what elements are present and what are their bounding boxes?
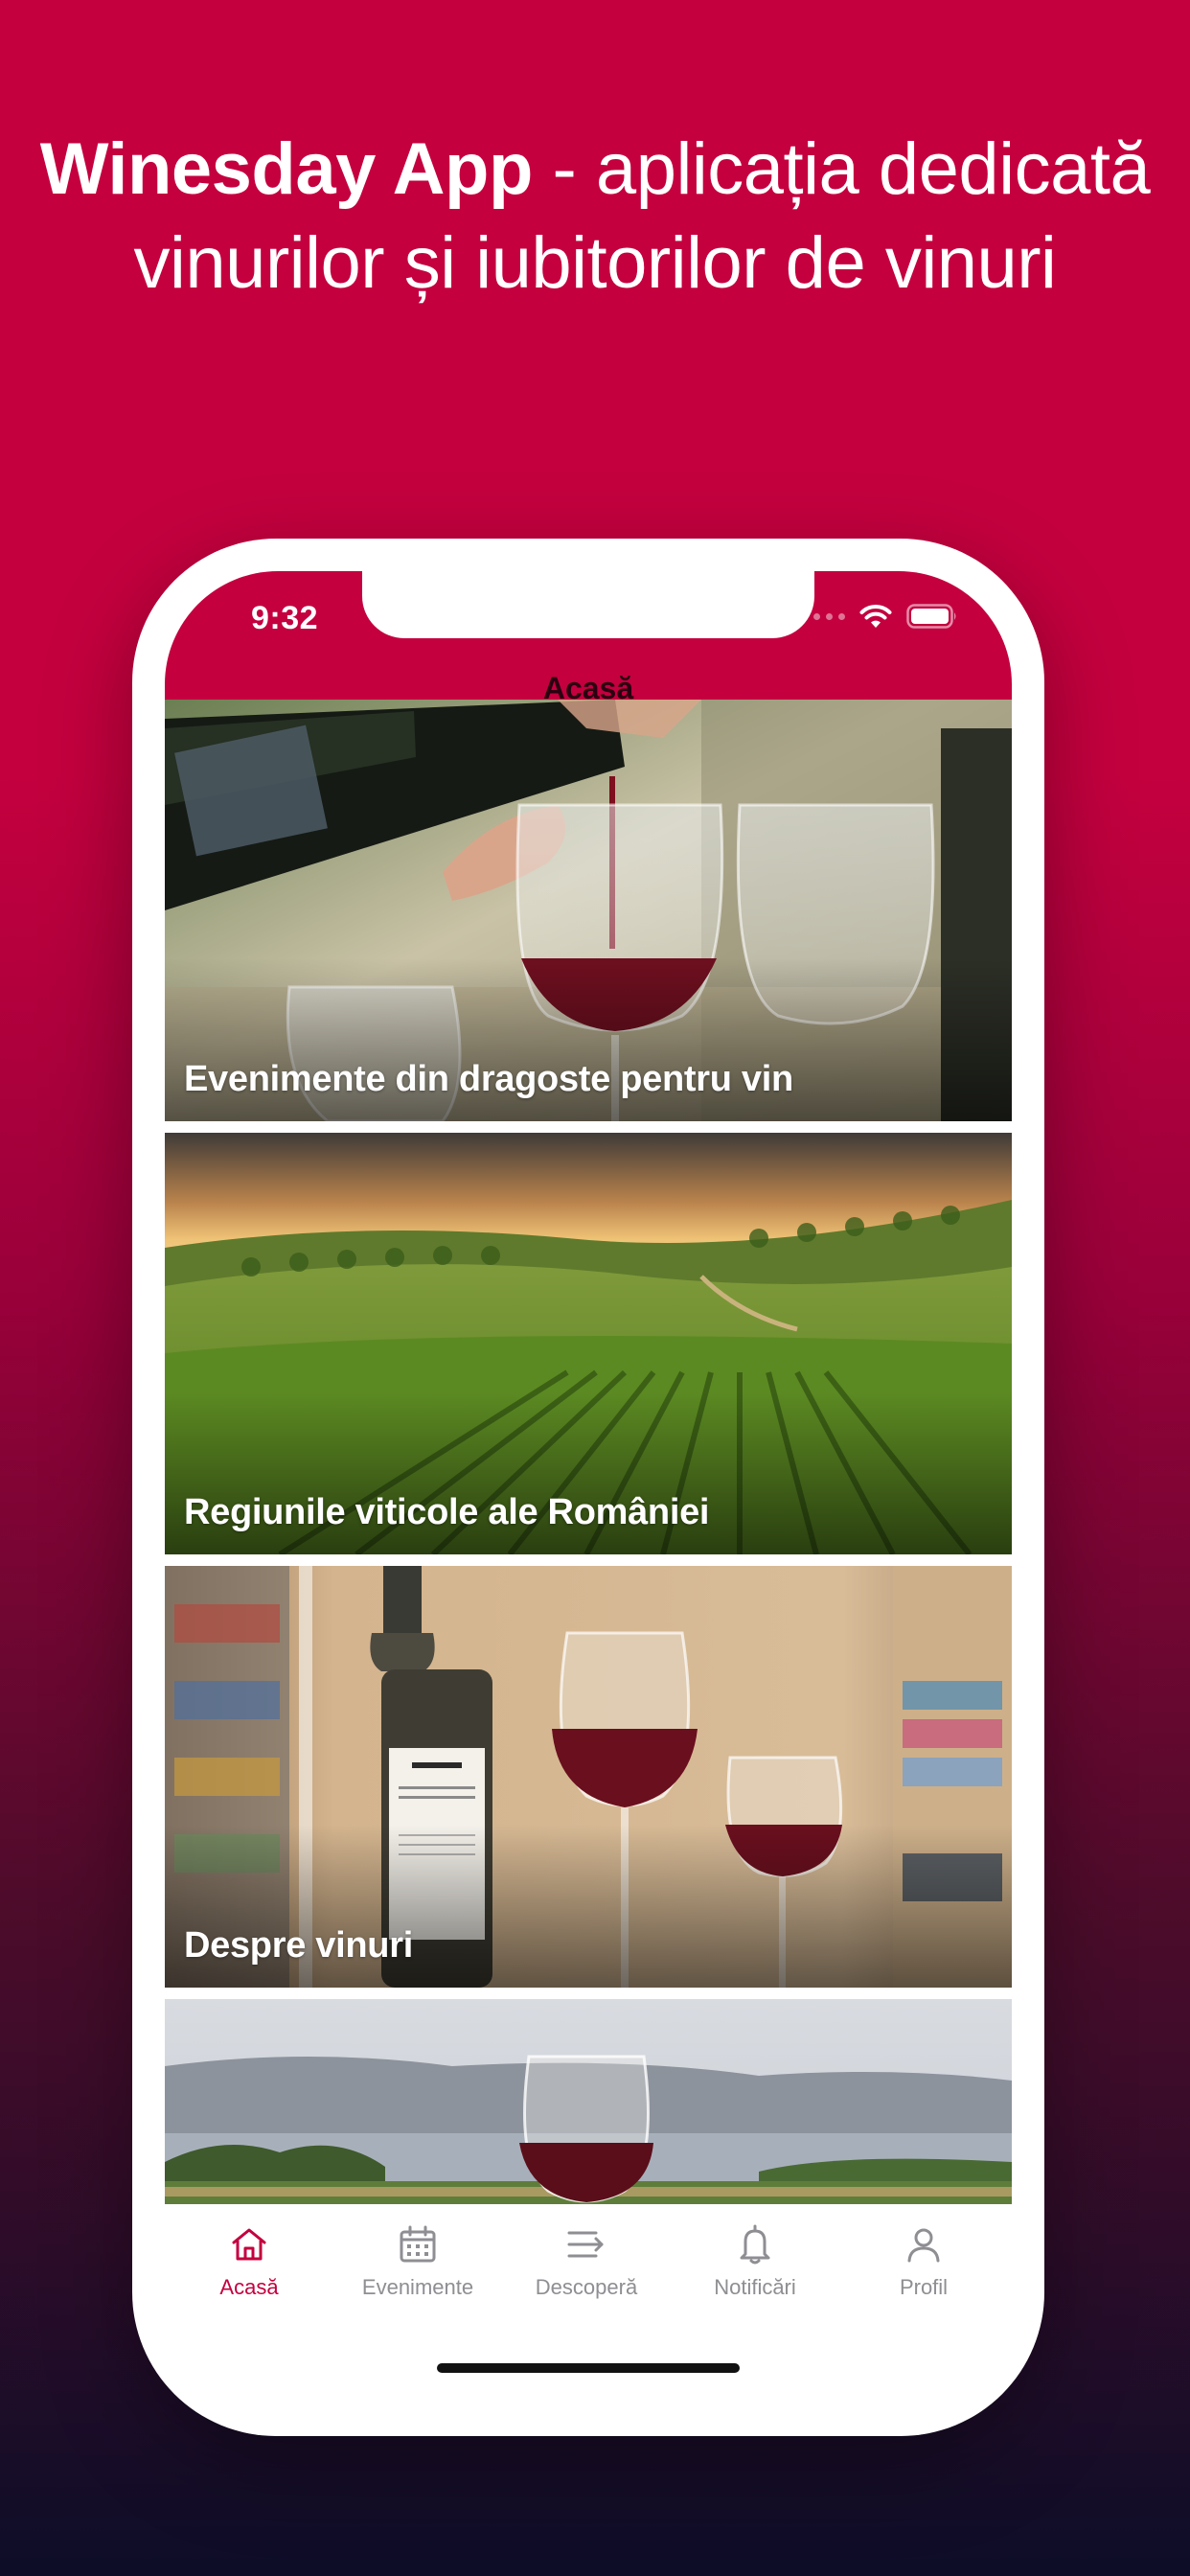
home-icon xyxy=(232,2228,266,2261)
app-name: Winesday App xyxy=(39,128,534,210)
tab-label: Profil xyxy=(899,2275,949,2299)
phone-screen: 9:32 Acasă Evenimente din dragoste pentr… xyxy=(165,571,1012,2404)
feed-card-4[interactable] xyxy=(165,1999,1012,2204)
feed-card-about-wines[interactable]: Despre vinuri xyxy=(165,1566,1012,1988)
list-arrow-icon xyxy=(567,2231,604,2258)
card-title: Despre vinuri xyxy=(184,1925,413,1966)
battery-icon xyxy=(906,604,956,629)
wifi-icon xyxy=(859,605,892,628)
tab-label: Acasă xyxy=(219,2275,279,2299)
feed-card-events[interactable]: Evenimente din dragoste pentru vin xyxy=(165,700,1012,1121)
promo-headline: Winesday App - aplicația dedicată vinuri… xyxy=(0,123,1190,310)
tab-events[interactable]: Evenimente xyxy=(333,2221,502,2300)
tab-label: Notificări xyxy=(714,2275,796,2299)
card-title: Evenimente din dragoste pentru vin xyxy=(184,1059,793,1099)
tab-label: Evenimente xyxy=(361,2275,474,2299)
status-icons xyxy=(801,602,958,631)
tab-label: Descoperă xyxy=(535,2275,638,2299)
wine-glass-lake-photo xyxy=(165,1999,1012,2204)
signal-icon xyxy=(801,612,845,620)
status-time: 9:32 xyxy=(251,600,319,636)
navigation-bar: 9:32 Acasă xyxy=(165,571,1012,705)
home-indicator[interactable] xyxy=(437,2363,740,2373)
tab-bar: Acasă Evenimente Descoperă Notificări Pr… xyxy=(165,2204,1012,2404)
calendar-icon xyxy=(400,2225,436,2263)
device-notch xyxy=(362,571,814,638)
tab-home[interactable]: Acasă xyxy=(165,2221,333,2300)
card-title: Regiunile viticole ale României xyxy=(184,1492,710,1532)
feed-card-regions[interactable]: Regiunile viticole ale României xyxy=(165,1133,1012,1554)
person-icon xyxy=(907,2228,940,2263)
tab-notifications[interactable]: Notificări xyxy=(671,2221,839,2300)
bell-icon xyxy=(740,2224,770,2265)
tab-discover[interactable]: Descoperă xyxy=(502,2221,671,2300)
tab-profile[interactable]: Profil xyxy=(839,2221,1008,2300)
phone-frame: 9:32 Acasă Evenimente din dragoste pentr… xyxy=(132,539,1044,2436)
